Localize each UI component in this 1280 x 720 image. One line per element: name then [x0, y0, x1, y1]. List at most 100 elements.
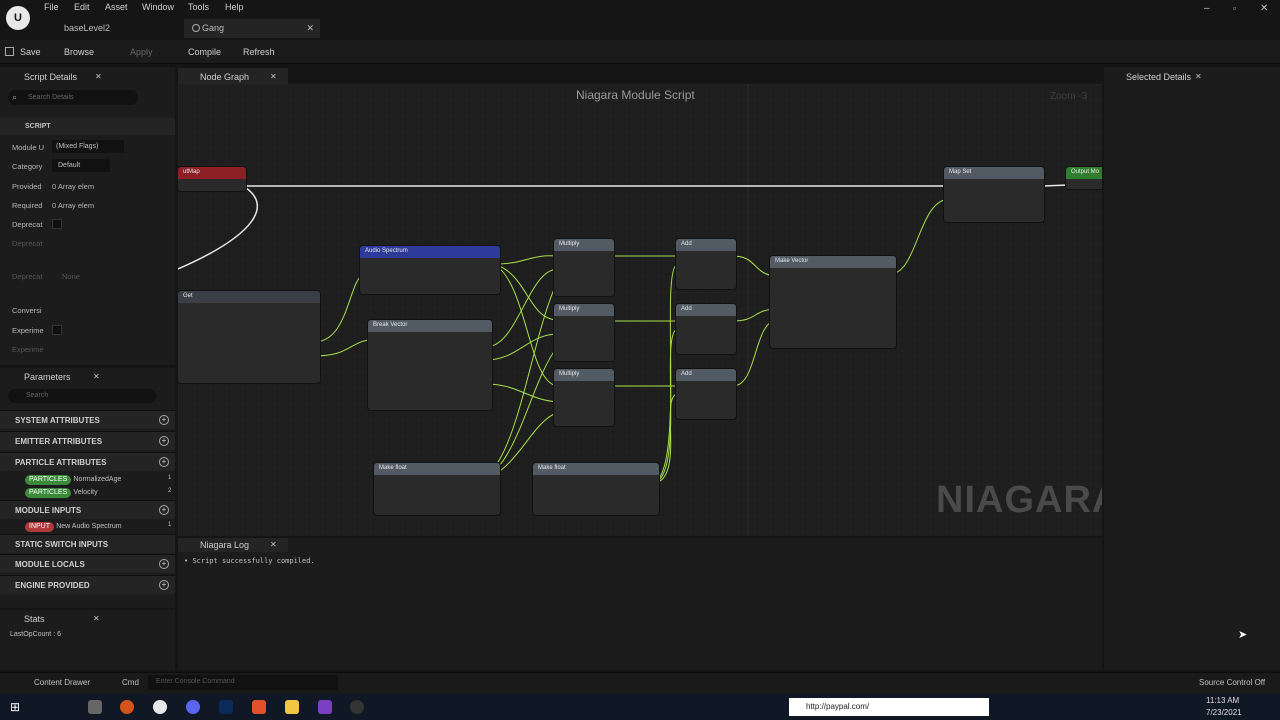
visual-studio-icon[interactable]: [318, 700, 332, 714]
node-title: Make float: [533, 463, 659, 475]
break-vector-node[interactable]: Break Vector: [368, 320, 492, 410]
multiply-node-3[interactable]: Multiply: [554, 369, 614, 426]
close-panel-icon[interactable]: ✕: [95, 72, 102, 81]
section-label: STATIC SWITCH INPUTS: [15, 540, 109, 549]
input-badge: INPUT: [25, 522, 54, 532]
close-node-graph-icon[interactable]: ✕: [270, 72, 277, 81]
make-float-node-2[interactable]: Make float: [533, 463, 659, 515]
brave-icon[interactable]: [252, 700, 266, 714]
content-drawer-button[interactable]: Content Drawer: [34, 678, 90, 687]
map-get-node[interactable]: Get: [178, 291, 320, 383]
make-vector-node[interactable]: Make Vector: [770, 256, 896, 348]
section-particle-attributes[interactable]: PARTICLE ATTRIBUTES +: [0, 452, 175, 471]
output-module-node[interactable]: Output Mo: [1066, 167, 1102, 189]
parameters-search-placeholder: Search: [26, 392, 49, 399]
section-module-locals[interactable]: MODULE LOCALS +: [0, 554, 175, 573]
add-node-3[interactable]: Add: [676, 369, 736, 419]
clock-time: 11:13 AM: [1206, 696, 1240, 705]
add-icon[interactable]: +: [159, 436, 169, 446]
add-node-1[interactable]: Add: [676, 239, 736, 289]
section-system-attributes[interactable]: SYSTEM ATTRIBUTES +: [0, 410, 175, 429]
browse-button[interactable]: Browse: [64, 47, 94, 57]
node-title: Make float: [374, 463, 500, 475]
node-title: Output Mo: [1066, 167, 1102, 179]
tab-gang-label: Gang: [202, 23, 225, 33]
menu-file[interactable]: File: [44, 2, 59, 12]
section-label: PARTICLE ATTRIBUTES: [15, 458, 107, 467]
close-window-icon[interactable]: ✕: [1260, 3, 1268, 14]
source-control-status[interactable]: Source Control Off: [1199, 678, 1265, 687]
list-item[interactable]: INPUT New Audio Spectrum: [25, 521, 122, 532]
add-node-2[interactable]: Add: [676, 304, 736, 354]
firefox-icon[interactable]: [120, 700, 134, 714]
minimize-icon[interactable]: –: [1204, 3, 1210, 14]
tab-baselevel[interactable]: baseLevel2: [64, 19, 110, 38]
node-graph-tab-label: Node Graph: [200, 72, 250, 82]
section-engine-provided[interactable]: ENGINE PROVIDED +: [0, 575, 175, 594]
menu-help[interactable]: Help: [225, 2, 244, 12]
add-icon[interactable]: +: [159, 559, 169, 569]
category-input[interactable]: Default: [52, 159, 110, 172]
node-title: Audio Spectrum: [360, 246, 500, 258]
close-log-icon[interactable]: ✕: [270, 540, 277, 549]
list-item[interactable]: PARTICLES NormalizedAge: [25, 474, 121, 485]
tab-gang[interactable]: Gang ✕: [184, 19, 320, 38]
app-icon[interactable]: [88, 700, 102, 714]
unreal-logo-icon[interactable]: U: [6, 6, 30, 30]
apply-button[interactable]: Apply: [130, 47, 153, 57]
section-emitter-attributes[interactable]: EMITTER ATTRIBUTES +: [0, 431, 175, 450]
multiply-node-1[interactable]: Multiply: [554, 239, 614, 296]
row-label: Deprecat: [12, 272, 43, 281]
module-usage-dropdown[interactable]: (Mixed Flags): [52, 140, 124, 153]
section-static-switch-inputs[interactable]: STATIC SWITCH INPUTS: [0, 534, 175, 553]
make-float-node-1[interactable]: Make float: [374, 463, 500, 515]
menu-tools[interactable]: Tools: [188, 2, 209, 12]
add-icon[interactable]: +: [159, 457, 169, 467]
menu-window[interactable]: Window: [142, 2, 174, 12]
unreal-icon[interactable]: [153, 700, 167, 714]
save-button[interactable]: Save: [20, 47, 41, 57]
script-section-label: SCRIPT: [25, 123, 51, 130]
add-icon[interactable]: +: [159, 505, 169, 515]
graph-title: Niagara Module Script: [576, 88, 695, 102]
windows-start-icon[interactable]: ⊞: [10, 700, 20, 714]
compile-button[interactable]: Compile: [188, 47, 221, 57]
close-selected-icon[interactable]: ✕: [1195, 72, 1202, 81]
deprecated-checkbox[interactable]: [52, 219, 62, 229]
folder-icon[interactable]: [285, 700, 299, 714]
experimental-checkbox[interactable]: [52, 325, 62, 335]
node-title: Add: [676, 304, 736, 316]
list-item[interactable]: PARTICLES Velocity: [25, 487, 98, 498]
discord-icon[interactable]: [186, 700, 200, 714]
console-placeholder: Enter Console Command: [156, 678, 235, 685]
add-icon[interactable]: +: [159, 580, 169, 590]
add-icon[interactable]: +: [159, 415, 169, 425]
photoshop-icon[interactable]: [219, 700, 233, 714]
multiply-node-2[interactable]: Multiply: [554, 304, 614, 361]
row-label: Category: [12, 162, 43, 171]
zoom-label: Zoom -3: [1050, 91, 1088, 102]
close-stats-icon[interactable]: ✕: [93, 614, 100, 623]
node-graph-canvas[interactable]: Niagara Module Script Zoom -3 NIAGARA ut…: [178, 84, 1102, 536]
maximize-icon[interactable]: ▫: [1233, 3, 1236, 13]
script-details-panel: [0, 67, 175, 365]
close-tab-icon[interactable]: ✕: [306, 19, 314, 38]
input-map-node[interactable]: utMap: [178, 167, 246, 191]
row-value: None: [62, 272, 80, 281]
map-set-node[interactable]: Map Set: [944, 167, 1044, 222]
cmd-button[interactable]: Cmd: [122, 678, 139, 687]
refresh-button[interactable]: Refresh: [243, 47, 275, 57]
row-label: Deprecat: [12, 220, 43, 229]
close-parameters-icon[interactable]: ✕: [93, 372, 100, 381]
section-module-inputs[interactable]: MODULE INPUTS +: [0, 500, 175, 519]
row-label: Experime: [12, 345, 44, 354]
node-title: utMap: [178, 167, 246, 179]
menu-edit[interactable]: Edit: [74, 2, 90, 12]
row-label: Required: [12, 201, 43, 210]
script-details-title: Script Details: [24, 72, 78, 82]
url-text: http://paypal.com/: [806, 702, 870, 711]
audio-spectrum-node[interactable]: Audio Spectrum: [360, 246, 500, 294]
obs-icon[interactable]: [350, 700, 364, 714]
menu-asset[interactable]: Asset: [105, 2, 128, 12]
niagara-script-icon: [192, 24, 200, 32]
